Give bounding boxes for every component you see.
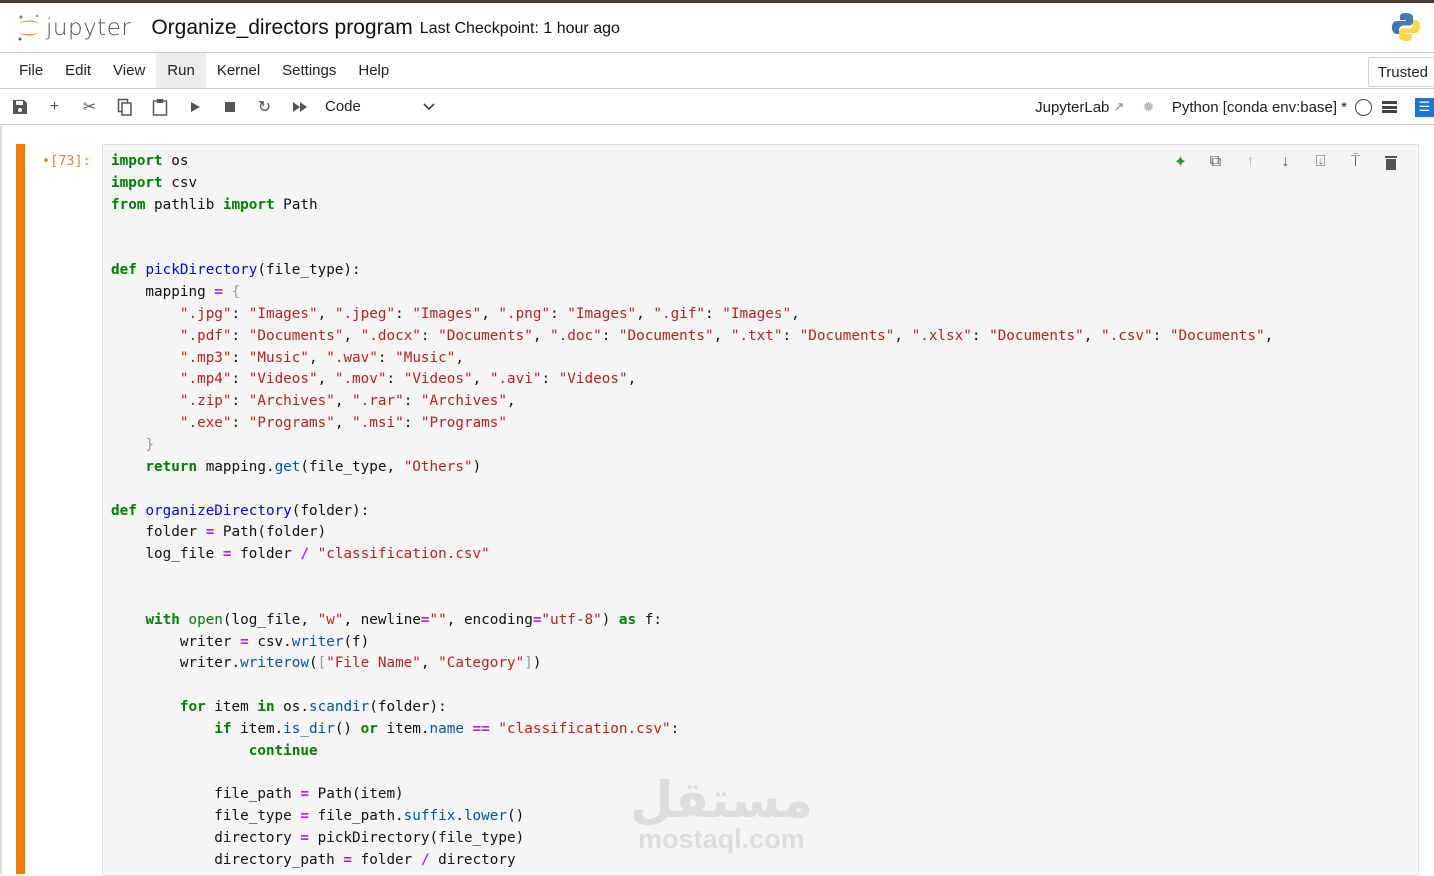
ai-sparkle-button[interactable]: ✦ (1163, 151, 1198, 173)
debugger-bug-icon[interactable]: ✹ (1142, 98, 1155, 116)
code-line[interactable]: if item.is_dir() or item.name == "classi… (111, 719, 1273, 741)
save-icon (12, 99, 27, 114)
insert-cell-button[interactable]: + (37, 92, 72, 122)
arrow-down-icon: ↓ (1281, 153, 1290, 170)
notebook-panel: •[73]: import os import csv from pathlib i… (0, 126, 1434, 876)
code-line[interactable] (111, 675, 1273, 697)
jupyter-logo-icon (18, 14, 39, 40)
kernel-name[interactable]: Python [conda env:base] * (1172, 99, 1347, 116)
insert-below-button[interactable]: ⍗ (1303, 151, 1338, 173)
code-line[interactable] (111, 479, 1273, 501)
trusted-indicator[interactable]: Trusted (1367, 57, 1434, 87)
code-line[interactable]: import csv (111, 173, 1273, 195)
menu-help[interactable]: Help (347, 53, 400, 88)
property-inspector-icon[interactable]: ☰ (1415, 97, 1434, 117)
duplicate-cell-button[interactable]: ⧉ (1198, 151, 1233, 173)
code-line[interactable]: file_path = Path(item) (111, 784, 1273, 806)
code-line[interactable]: directory = pickDirectory(file_type) (111, 828, 1273, 850)
notebook-toolbar: + ✂ ↻ Code JupyterLab ↗ ✹ Python [conda e… (0, 89, 1434, 125)
logo-text: jupyter (46, 14, 132, 41)
code-line[interactable]: from pathlib import Path (111, 195, 1273, 217)
insert-above-button[interactable]: ⍑ (1338, 151, 1373, 173)
arrow-up-icon: ↑ (1246, 153, 1255, 170)
copy-icon (117, 98, 132, 116)
code-line[interactable]: return mapping.get(file_type, "Others") (111, 457, 1273, 479)
restart-button[interactable]: ↻ (247, 92, 282, 122)
code-line[interactable]: log_file = folder / "classification.csv" (111, 544, 1273, 566)
code-line[interactable]: with open(log_file, "w", newline="", enc… (111, 610, 1273, 632)
insert-below-icon: ⍗ (1315, 153, 1326, 170)
code-line[interactable]: folder = Path(folder) (111, 522, 1273, 544)
menu-kernel[interactable]: Kernel (206, 53, 271, 88)
code-line[interactable]: for item in os.scandir(folder): (111, 697, 1273, 719)
save-button[interactable] (2, 92, 37, 122)
code-line[interactable]: continue (111, 741, 1273, 763)
code-line[interactable]: file_type = file_path.suffix.lower() (111, 806, 1273, 828)
chevron-down-icon (423, 102, 435, 110)
scissors-icon: ✂ (82, 98, 97, 116)
menu-view[interactable]: View (102, 53, 156, 88)
external-link-icon: ↗ (1113, 99, 1125, 114)
cell-type-value: Code (325, 98, 361, 115)
jupyterlab-link-label: JupyterLab (1035, 98, 1110, 116)
menu-run[interactable]: Run (156, 53, 206, 88)
move-up-button[interactable]: ↑ (1233, 151, 1268, 173)
cut-button[interactable]: ✂ (72, 92, 107, 122)
cell-toolbar: ✦ ⧉ ↑ ↓ ⍗ ⍑ (1163, 151, 1408, 173)
restart-icon: ↻ (257, 98, 272, 116)
delete-cell-button[interactable] (1373, 151, 1408, 173)
last-checkpoint: Last Checkpoint: 1 hour ago (419, 19, 620, 37)
stop-icon (224, 101, 235, 112)
code-line[interactable]: ".jpg": "Images", ".jpeg": "Images", ".p… (111, 304, 1273, 326)
code-line[interactable]: mapping = { (111, 282, 1273, 304)
code-line[interactable]: def pickDirectory(file_type): (111, 260, 1273, 282)
notebook-title[interactable]: Organize_directors program (151, 16, 412, 40)
execution-count-prompt: •[73]: (42, 153, 91, 169)
open-jupyterlab-link[interactable]: JupyterLab ↗ (1035, 99, 1124, 116)
duplicate-icon: ⧉ (1209, 153, 1222, 170)
move-down-button[interactable]: ↓ (1268, 151, 1303, 173)
code-line[interactable]: import os (111, 151, 1273, 173)
code-line[interactable]: def organizeDirectory(folder): (111, 501, 1273, 523)
code-line[interactable] (111, 238, 1273, 260)
code-cell-editor[interactable]: import os import csv from pathlib import P… (102, 144, 1419, 876)
code-line[interactable]: writer.writerow(["File Name", "Category"… (111, 653, 1273, 675)
code-line[interactable]: directory_path = folder / directory (111, 850, 1273, 872)
menu-lines-icon[interactable] (1382, 101, 1397, 113)
clipboard-icon (152, 98, 167, 116)
restart-run-all-button[interactable] (282, 92, 317, 122)
copy-button[interactable] (107, 92, 142, 122)
code-line[interactable]: writer = csv.writer(f) (111, 632, 1273, 654)
trash-icon (1384, 155, 1397, 170)
cell-type-select[interactable]: Code (325, 98, 435, 115)
play-icon (190, 101, 200, 112)
fast-forward-icon (292, 101, 307, 112)
kernel-idle-circle-icon (1355, 98, 1372, 116)
code-line[interactable]: ".mp3": "Music", ".wav": "Music", (111, 348, 1273, 370)
header: jupyter Organize_directors program Last … (0, 3, 1434, 53)
sparkle-icon: ✦ (1173, 154, 1188, 171)
menu-edit[interactable]: Edit (54, 53, 102, 88)
code-line[interactable] (111, 763, 1273, 785)
code-line[interactable]: ".pdf": "Documents", ".docx": "Documents… (111, 326, 1273, 348)
code-line[interactable]: ".zip": "Archives", ".rar": "Archives", (111, 391, 1273, 413)
code-line[interactable] (111, 566, 1273, 588)
code-line[interactable]: } (111, 435, 1273, 457)
jupyter-logo[interactable]: jupyter (16, 13, 131, 43)
interrupt-button[interactable] (212, 92, 247, 122)
code-line[interactable]: ".exe": "Programs", ".msi": "Programs" (111, 413, 1273, 435)
menu-settings[interactable]: Settings (271, 53, 347, 88)
python-logo-icon (1392, 13, 1420, 41)
menu-file[interactable]: File (8, 53, 54, 88)
active-cell-indicator (16, 144, 25, 874)
run-button[interactable] (177, 92, 212, 122)
code-content[interactable]: import os import csv from pathlib import P… (111, 151, 1273, 872)
code-line[interactable]: ".mp4": "Videos", ".mov": "Videos", ".av… (111, 369, 1273, 391)
insert-above-icon: ⍑ (1350, 153, 1361, 170)
plus-icon: + (49, 97, 60, 115)
code-line[interactable] (111, 217, 1273, 239)
code-line[interactable] (111, 588, 1273, 610)
paste-button[interactable] (142, 92, 177, 122)
menu-bar: File Edit View Run Kernel Settings Help Trusted (0, 53, 1434, 89)
